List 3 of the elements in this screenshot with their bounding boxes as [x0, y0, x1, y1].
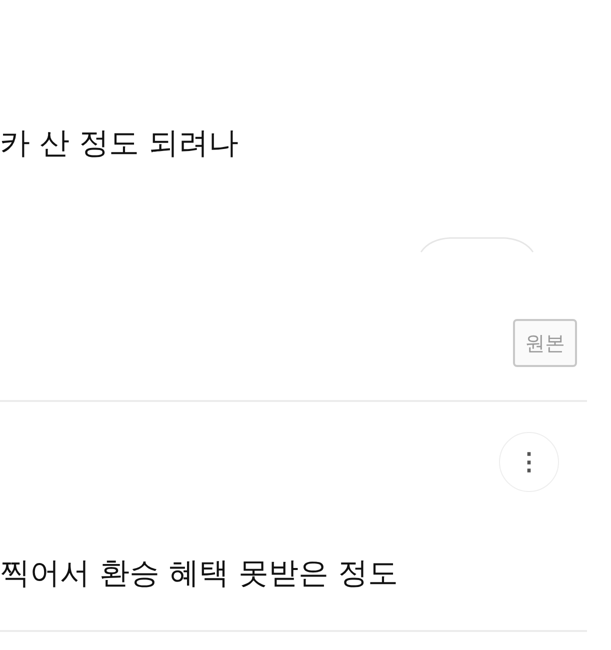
post-text: 카 산 정도 되려나: [0, 125, 239, 163]
more-button[interactable]: ⋮: [499, 432, 559, 492]
post-text: 찍어서 환승 혜택 못받은 정도: [0, 555, 398, 593]
